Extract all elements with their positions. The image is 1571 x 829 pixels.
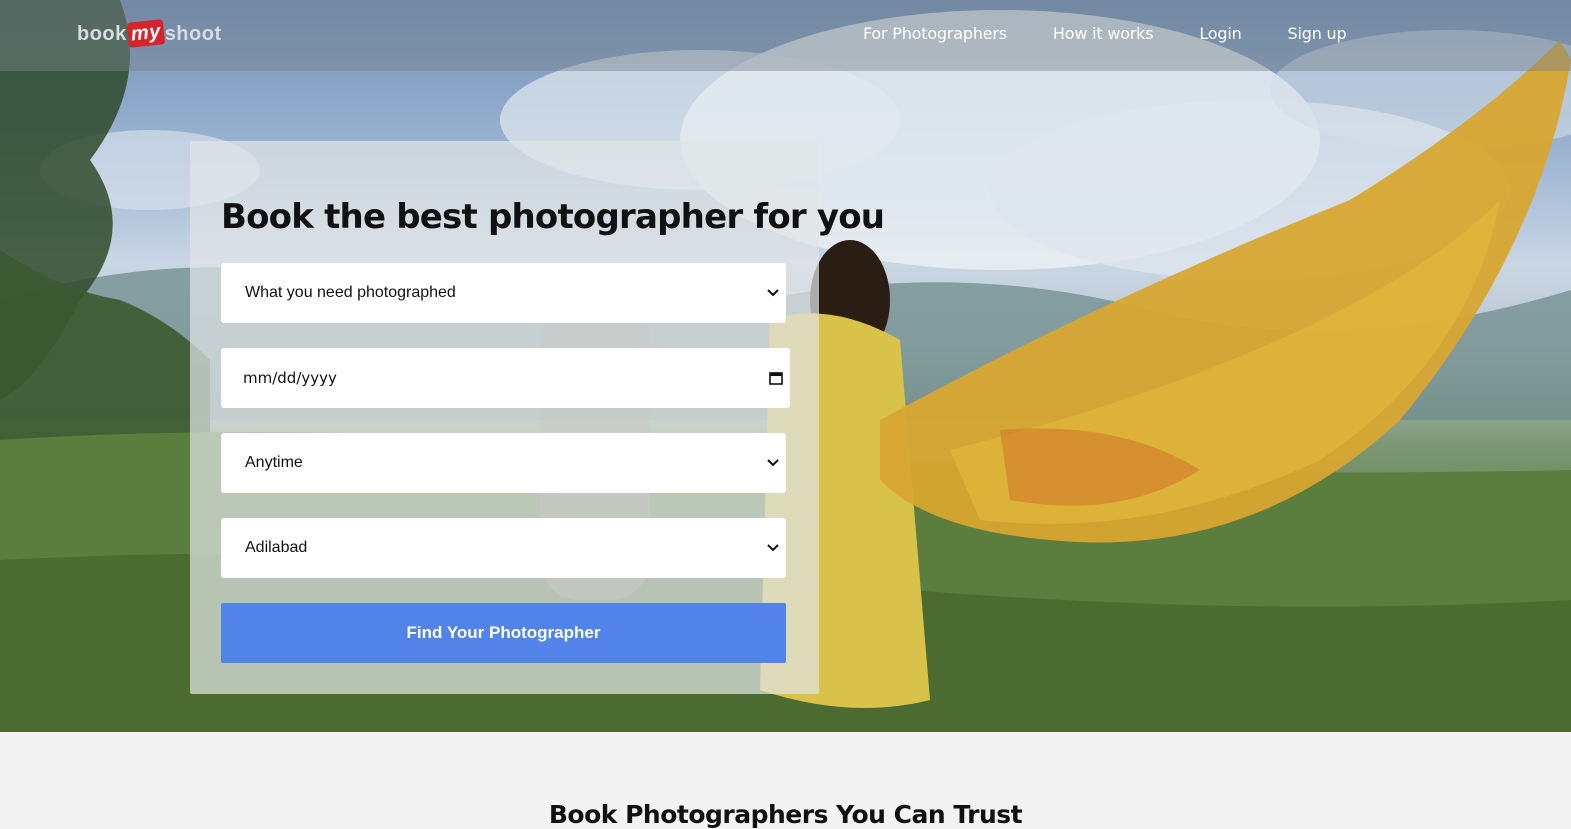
calendar-icon[interactable] <box>768 370 784 386</box>
date-input-placeholder: mm/dd/yyyy <box>243 369 337 387</box>
logo-text-my: my <box>126 19 165 48</box>
nav-link-for-photographers[interactable]: For Photographers <box>863 24 1007 43</box>
hero-section: book my shoot For Photographers How it w… <box>0 0 1571 732</box>
city-select[interactable]: Adilabad <box>221 518 786 578</box>
trust-section-title: Book Photographers You Can Trust <box>548 800 1023 829</box>
time-select-value: Anytime <box>245 454 303 471</box>
time-select[interactable]: Anytime <box>221 433 786 493</box>
category-select-value: What you need photographed <box>245 284 456 301</box>
category-select[interactable]: What you need photographed <box>221 263 786 323</box>
chevron-down-icon <box>766 541 780 555</box>
chevron-down-icon <box>766 286 780 300</box>
city-select-value: Adilabad <box>245 539 308 556</box>
nav-link-how-it-works[interactable]: How it works <box>1053 24 1154 43</box>
logo-text-book: book <box>77 23 127 45</box>
date-input[interactable]: mm/dd/yyyy <box>221 348 790 408</box>
logo-text-shoot: shoot <box>164 23 222 45</box>
brand-logo[interactable]: book my shoot <box>77 16 222 48</box>
booking-form-title: Book the best photographer for you <box>221 197 885 237</box>
nav-link-login[interactable]: Login <box>1199 24 1241 43</box>
find-photographer-button[interactable]: Find Your Photographer <box>221 603 786 663</box>
chevron-down-icon <box>766 456 780 470</box>
page: book my shoot For Photographers How it w… <box>0 0 1571 829</box>
nav-links: For Photographers How it works Login Sig… <box>863 24 1392 43</box>
top-navbar: book my shoot For Photographers How it w… <box>0 0 1571 71</box>
booking-form-card: Book the best photographer for you What … <box>190 141 885 694</box>
nav-link-sign-up[interactable]: Sign up <box>1288 24 1347 43</box>
